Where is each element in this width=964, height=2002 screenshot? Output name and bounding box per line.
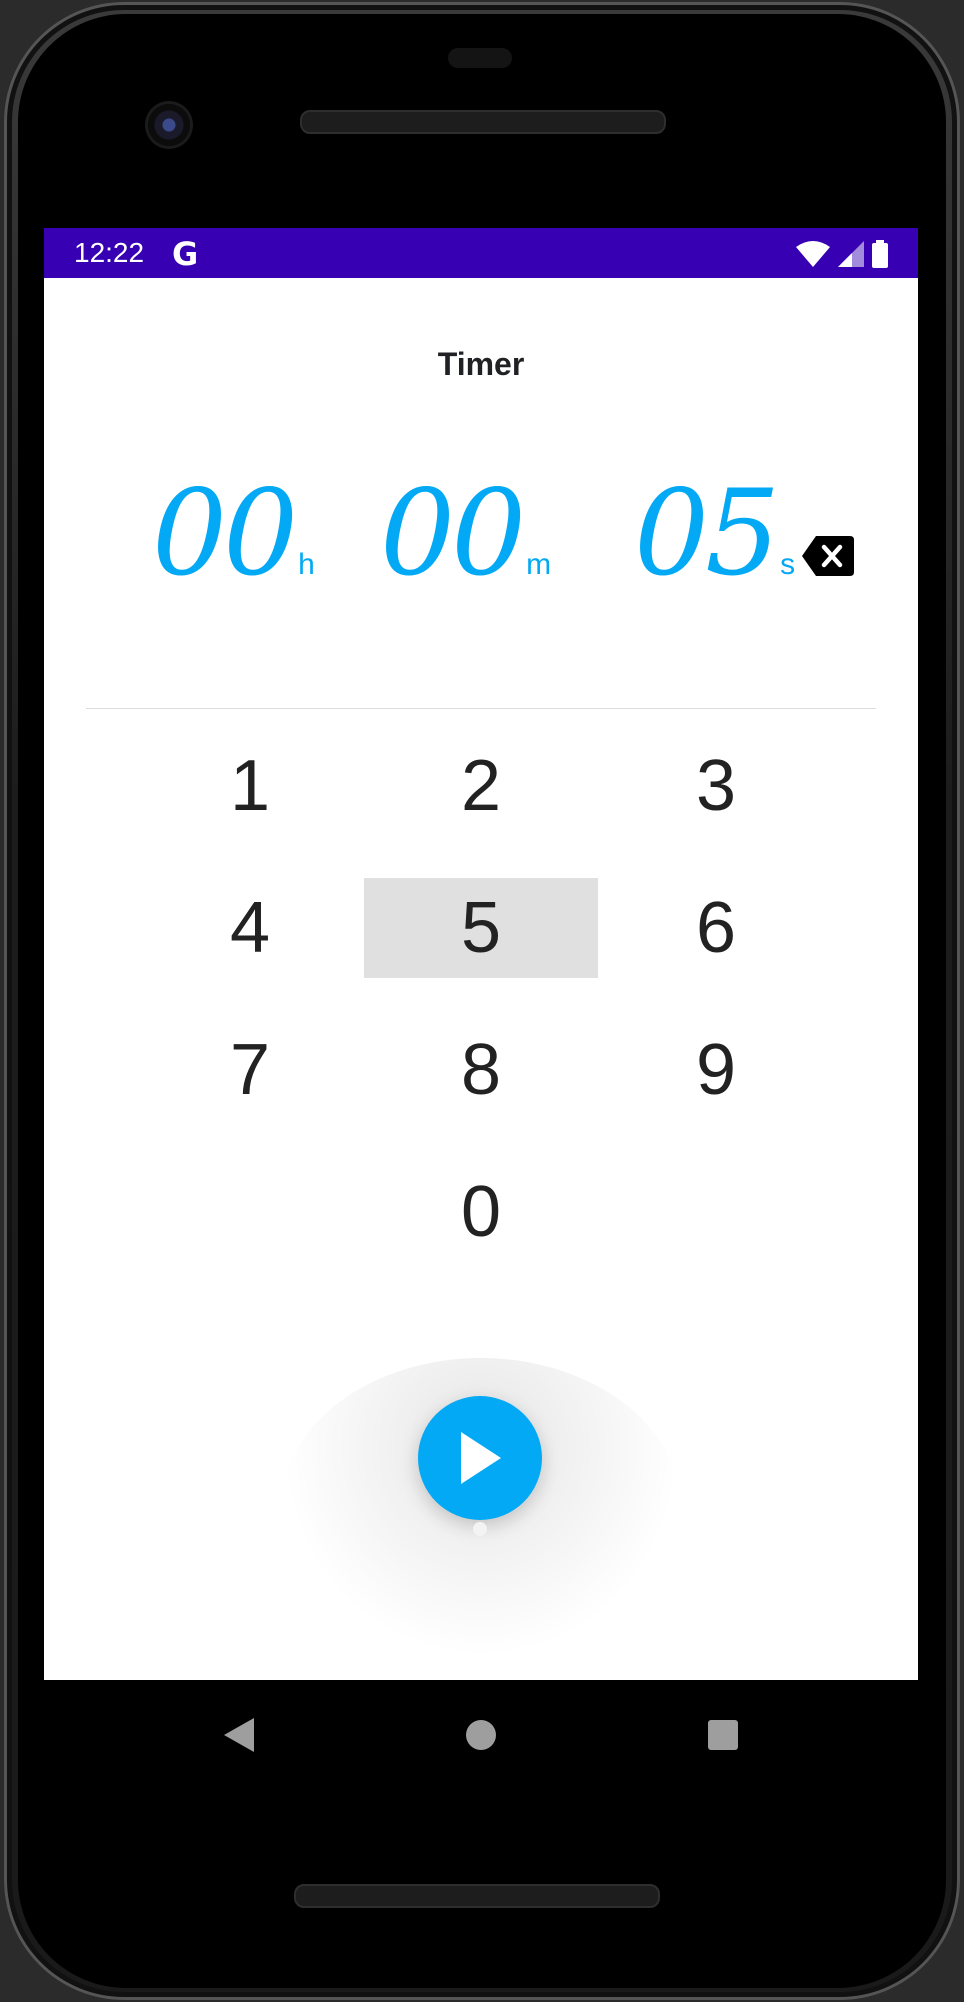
status-icons: [796, 240, 888, 268]
play-icon: [461, 1432, 501, 1484]
start-timer-button[interactable]: [418, 1396, 542, 1520]
timer-display: 00 h 00 m 05 s: [44, 458, 918, 608]
seconds-value: 05: [634, 464, 780, 602]
key-3[interactable]: 3: [599, 736, 833, 836]
key-1[interactable]: 1: [133, 736, 367, 836]
recents-icon: [708, 1720, 738, 1750]
google-g-icon: G: [172, 235, 199, 273]
hours-segment: 00 h: [152, 458, 315, 608]
navigation-bar: [44, 1680, 918, 1790]
bottom-speaker: [294, 1884, 660, 1908]
hours-value: 00: [152, 464, 298, 602]
wifi-icon: [796, 241, 830, 267]
back-icon: [224, 1718, 254, 1752]
seconds-segment: 05 s: [634, 458, 795, 608]
proximity-sensor: [448, 48, 512, 68]
earpiece-speaker: [300, 110, 666, 134]
home-icon: [466, 1720, 496, 1750]
seconds-unit: s: [780, 548, 796, 581]
key-6[interactable]: 6: [599, 878, 833, 978]
back-button[interactable]: [214, 1710, 264, 1760]
divider: [86, 708, 876, 709]
backspace-button[interactable]: [802, 536, 854, 576]
fab-indicator-dot: [473, 1522, 487, 1536]
app-screen: 12:22 G Timer 00 h 00 m 05 s 1 2 3 4 5 6…: [44, 228, 918, 1680]
recents-button[interactable]: [698, 1710, 748, 1760]
battery-icon: [872, 240, 888, 268]
hours-unit: h: [298, 548, 315, 581]
key-9[interactable]: 9: [599, 1020, 833, 1120]
minutes-value: 00: [380, 464, 526, 602]
backspace-icon: [802, 536, 854, 576]
status-bar: 12:22 G: [44, 228, 918, 278]
signal-icon: [838, 241, 864, 267]
home-button[interactable]: [456, 1710, 506, 1760]
key-4[interactable]: 4: [133, 878, 367, 978]
key-7[interactable]: 7: [133, 1020, 367, 1120]
key-8[interactable]: 8: [364, 1020, 598, 1120]
key-5[interactable]: 5: [364, 878, 598, 978]
page-title: Timer: [437, 346, 525, 382]
key-2[interactable]: 2: [364, 736, 598, 836]
minutes-unit: m: [526, 548, 552, 581]
key-0[interactable]: 0: [364, 1162, 598, 1262]
minutes-segment: 00 m: [380, 458, 551, 608]
status-time: 12:22: [74, 237, 145, 268]
front-camera-icon: [148, 104, 190, 146]
